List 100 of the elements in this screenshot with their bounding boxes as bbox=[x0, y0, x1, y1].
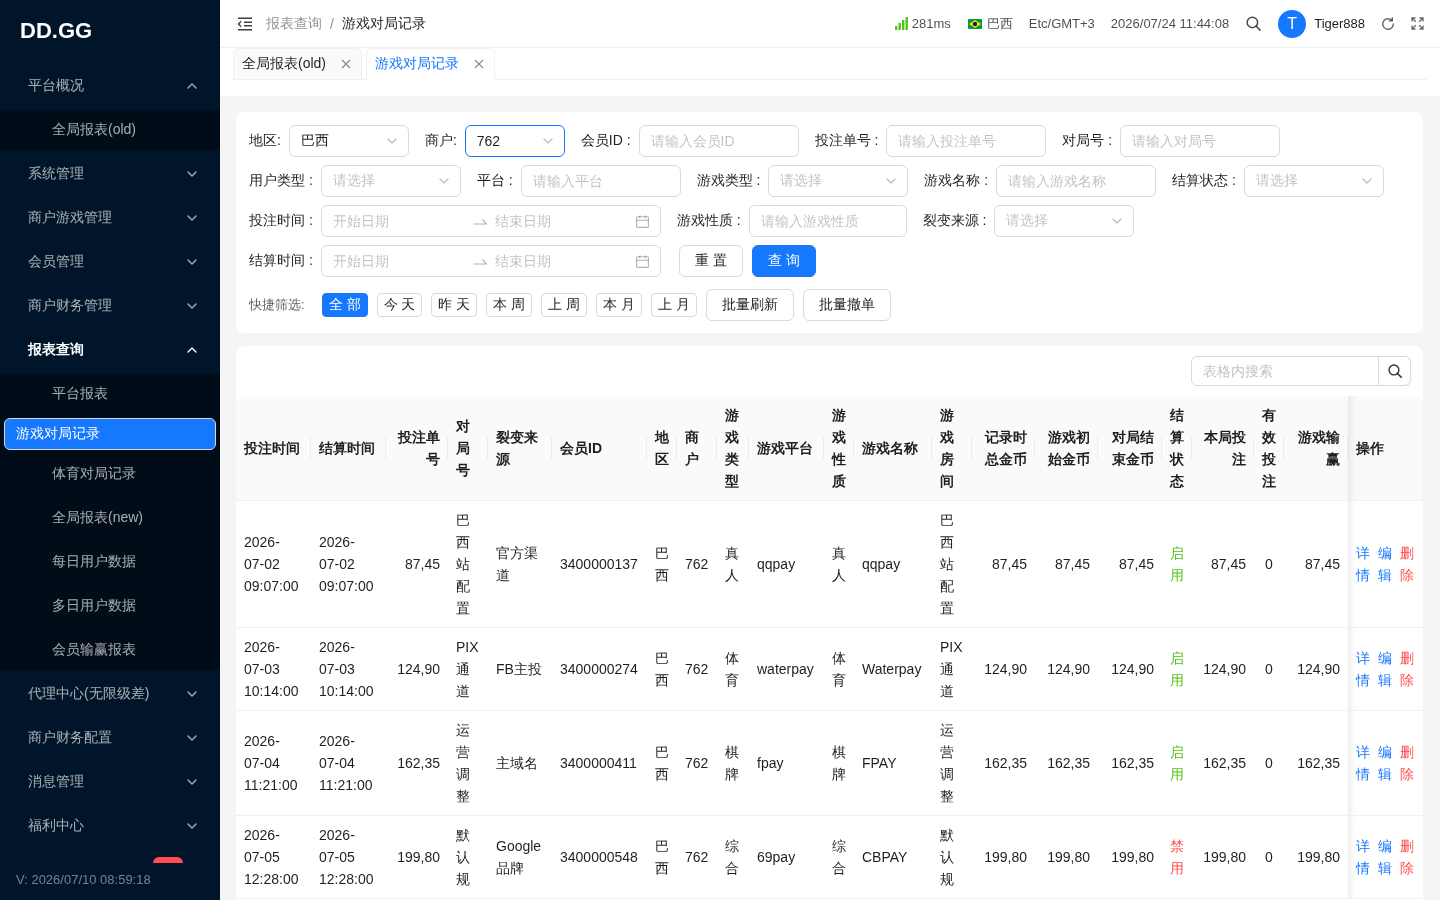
table-cell: qqpay bbox=[854, 501, 932, 628]
search-button[interactable] bbox=[1379, 356, 1411, 386]
column-header: 对局结束金币 bbox=[1098, 396, 1162, 501]
menu-fold-icon[interactable] bbox=[237, 16, 253, 31]
username-text[interactable]: Tiger888 bbox=[1314, 16, 1365, 31]
column-header: 结算时间 bbox=[311, 396, 386, 501]
menu-item[interactable]: 商户财务配置 bbox=[0, 718, 220, 758]
column-header: 结算状态 bbox=[1162, 396, 1192, 501]
form-button[interactable]: 查 询 bbox=[751, 245, 816, 277]
table-cell: 2026-07-04 11:21:00 bbox=[236, 711, 311, 816]
table-cell: 87,45 bbox=[1035, 501, 1098, 628]
menu-item[interactable]: 商户财务管理 bbox=[0, 286, 220, 326]
table-cell: 运营调整 bbox=[932, 711, 972, 816]
column-header: 商户 bbox=[677, 396, 717, 501]
table-cell: 0 bbox=[1254, 501, 1284, 628]
filter-chip[interactable]: 本 月 bbox=[596, 293, 642, 317]
table-cell: 综合 bbox=[717, 816, 749, 899]
fullscreen-icon[interactable] bbox=[1411, 17, 1424, 30]
table-cell: 默认规 bbox=[448, 816, 488, 899]
column-header: 游戏初始金币 bbox=[1035, 396, 1098, 501]
batch-button[interactable]: 批量刷新 bbox=[705, 289, 794, 321]
menu-item[interactable]: 平台概况 bbox=[0, 66, 220, 106]
column-header: 游戏名称 bbox=[854, 396, 932, 501]
logo-text: DD.GG bbox=[20, 18, 93, 44]
action-link[interactable]: 编辑 bbox=[1378, 741, 1392, 785]
select-field[interactable]: 762 bbox=[464, 125, 565, 157]
action-link[interactable]: 编辑 bbox=[1378, 542, 1392, 586]
menu-item[interactable]: 系统管理 bbox=[0, 154, 220, 194]
submenu-item[interactable]: 会员输赢报表 bbox=[4, 630, 216, 670]
table-cell: 巴西 bbox=[647, 711, 677, 816]
column-header: 游戏平台 bbox=[749, 396, 824, 501]
action-link[interactable]: 编辑 bbox=[1378, 647, 1392, 691]
action-link[interactable]: 详情 bbox=[1356, 542, 1370, 586]
table-cell: 启用 bbox=[1162, 501, 1192, 628]
field-label: 投注时间 : bbox=[249, 212, 313, 230]
table-cell: 87,45 bbox=[1098, 501, 1162, 628]
menu-item[interactable]: 消息管理 bbox=[0, 762, 220, 802]
batch-button[interactable]: 批量撤单 bbox=[802, 289, 891, 321]
table-cell: 162,35 bbox=[1098, 711, 1162, 816]
field-label: 对局号 : bbox=[1062, 132, 1113, 150]
filter-chip[interactable]: 昨 天 bbox=[431, 293, 478, 317]
table-cell: 162,35 bbox=[1035, 711, 1098, 816]
column-header: 裂变来源 bbox=[488, 396, 552, 501]
menu-item[interactable]: 福利中心 bbox=[0, 806, 220, 846]
table-cell: 0 bbox=[1254, 711, 1284, 816]
table-cell: 运营调整 bbox=[448, 711, 488, 816]
column-header: 投注时间 bbox=[236, 396, 311, 501]
table-cell: 762 bbox=[677, 711, 717, 816]
table-cell: fpay bbox=[749, 711, 824, 816]
submenu-item[interactable]: 游戏对局记录 bbox=[4, 418, 216, 450]
submenu-item[interactable]: 全局报表(new) bbox=[4, 498, 216, 538]
chevron-down-icon bbox=[542, 138, 553, 144]
form-button[interactable]: 重 置 bbox=[678, 245, 743, 277]
table-cell: 3400000274 bbox=[552, 628, 647, 711]
search-icon[interactable] bbox=[1246, 16, 1262, 31]
action-link[interactable]: 详情 bbox=[1356, 835, 1370, 879]
menu-item[interactable]: 会员管理 bbox=[0, 242, 220, 282]
table-cell: 162,35 bbox=[386, 711, 448, 816]
column-header: 投注单号 bbox=[386, 396, 448, 501]
menu-item[interactable]: 代理中心(无限级差) bbox=[0, 674, 220, 714]
filter-chip[interactable]: 上 月 bbox=[650, 293, 697, 317]
avatar[interactable]: T bbox=[1278, 9, 1307, 38]
reload-icon[interactable] bbox=[1381, 16, 1395, 31]
tab[interactable]: 游戏对局记录 bbox=[366, 48, 495, 80]
column-header: 地区 bbox=[647, 396, 677, 501]
menu-item[interactable]: 商户游戏管理 bbox=[0, 198, 220, 238]
table-cell: 2026-07-03 10:14:00 bbox=[311, 628, 386, 711]
table-cell: 124,90 bbox=[1284, 628, 1348, 711]
table-cell: 启用 bbox=[1162, 711, 1192, 816]
table-cell: 禁用 bbox=[1162, 816, 1192, 899]
close-icon[interactable] bbox=[341, 59, 351, 69]
filter-chip[interactable]: 全 部 bbox=[321, 293, 368, 317]
table-cell: 87,45 bbox=[972, 501, 1035, 628]
submenu-item[interactable]: 体育对局记录 bbox=[4, 454, 216, 494]
submenu-item[interactable]: 多日用户数据 bbox=[4, 586, 216, 626]
menu-item[interactable]: 报表查询 bbox=[0, 330, 220, 370]
quick-filter-label: 快捷筛选: bbox=[249, 296, 305, 314]
table-cell: 69pay bbox=[749, 816, 824, 899]
action-link[interactable]: 编辑 bbox=[1378, 835, 1392, 879]
select-field[interactable]: 巴西 bbox=[288, 125, 409, 157]
field-label: 商户: bbox=[424, 132, 457, 150]
table-cell: 巴西 bbox=[647, 628, 677, 711]
field-label: 平台 : bbox=[476, 172, 513, 190]
action-link[interactable]: 详情 bbox=[1356, 741, 1370, 785]
submenu-item[interactable]: 平台报表 bbox=[4, 374, 216, 414]
table-cell: CBPAY bbox=[854, 816, 932, 899]
table-cell: 199,80 bbox=[1192, 816, 1254, 899]
table-cell: 巴西站配置 bbox=[932, 501, 972, 628]
close-icon[interactable] bbox=[474, 59, 484, 69]
filter-chip[interactable]: 本 周 bbox=[486, 293, 533, 317]
table-cell: 3400000548 bbox=[552, 816, 647, 899]
table-cell: 199,80 bbox=[972, 816, 1035, 899]
tab[interactable]: 全局报表(old) bbox=[233, 48, 362, 80]
column-header: 有效投注 bbox=[1254, 396, 1284, 501]
filter-chip[interactable]: 今 天 bbox=[376, 293, 423, 317]
table-cell: 124,90 bbox=[1035, 628, 1098, 711]
submenu-item[interactable]: 每日用户数据 bbox=[4, 542, 216, 582]
filter-chip[interactable]: 上 周 bbox=[541, 293, 588, 317]
table-cell: 默认规 bbox=[932, 816, 972, 899]
action-link[interactable]: 详情 bbox=[1356, 647, 1370, 691]
